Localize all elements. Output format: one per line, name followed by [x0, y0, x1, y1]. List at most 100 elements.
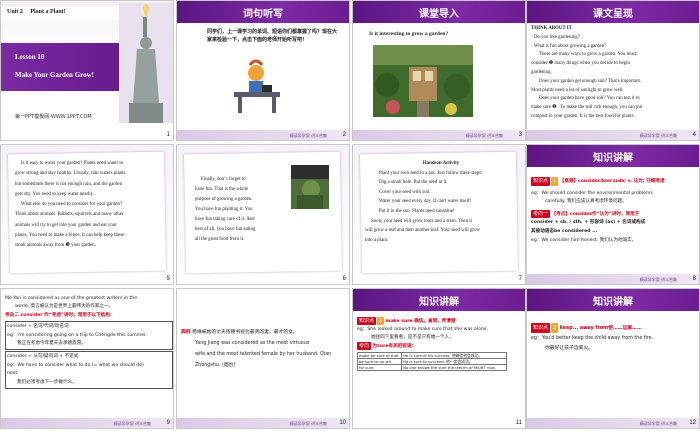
passage-line: plants. You need to make a fence. It can…: [15, 233, 125, 239]
teacher-at-desk-image[interactable]: [232, 59, 282, 114]
note-text: 考向二 consider 作“考虑”讲时，常用于以下结构：: [5, 312, 115, 318]
knowledge-point: 知识点 3 keep... away from使……远离…… eg：You'd b…: [531, 323, 699, 354]
slide-thumbnail-12[interactable]: 知识讲解 知识点 3 keep... away from使……远离…… eg：Yo…: [526, 288, 700, 429]
example-translation: 她往四下里看看，是不是只有她一个人。: [371, 335, 454, 340]
passage-line: all the great food from it.: [195, 237, 245, 242]
slide-number: 7: [518, 276, 522, 282]
dictation-instructions: 同学们，上一课学习的单词、短语你们都掌握了吗？现在大家来检验一下，点击下面的老师…: [207, 29, 338, 43]
slide-thumbnail-6[interactable]: Finally, don' t forget to have fun. That…: [176, 144, 350, 285]
example-translation: 我们必须考虑下一步做什么。: [17, 379, 77, 385]
point-tag: 知识点: [531, 177, 551, 186]
example-translation: carefully. 我们应该认真考虑环境问题。: [545, 199, 627, 205]
point-number: 3: [551, 323, 559, 333]
note-tag: 考向一: [531, 209, 551, 219]
passage-line: gets dry. You need to keep water nearby.: [15, 191, 94, 197]
passage-line: Think about animals. Rabbits, squirrels …: [15, 212, 124, 218]
slide-number: 3: [518, 132, 522, 138]
exercise-line: Zhongshu. (烟台): [195, 363, 236, 368]
slide-thumbnail-10[interactable]: 典例 杨绛被她的丈夫钱锺书视为最贤的妻，最才的女。 Yang Jiang was…: [176, 288, 350, 429]
point-tag: 知识点: [357, 317, 377, 325]
footer-caption: 精读导学案 讲义合集: [639, 421, 677, 426]
slide-title: 课文呈现: [593, 9, 633, 20]
reading-passage: THINK ABOUT IT · Do you like gardening? …: [531, 25, 697, 122]
passage-line: have fun taking care of it. And: [195, 217, 255, 222]
passage-line: animals will try to get into your garden…: [15, 222, 117, 228]
passage-line: small animals away from ❸ your garden.: [15, 243, 96, 249]
slide-thumbnail-7[interactable]: Handson Activity Plant your own seed in …: [352, 144, 526, 285]
slide-thumbnail-2[interactable]: 词句听写 同学们，上一课学习的单词、短语你们都掌握了吗？现在大家来检验一下，点击…: [176, 0, 350, 141]
point-definition: keep... away from使……远离……: [559, 326, 642, 331]
slide-thumbnail-11[interactable]: 知识讲解 知识点 2 make sure 确信，查明，弄清楚 eg：She loo…: [352, 288, 526, 429]
knowledge-point: 知识点 2 make sure 确信，查明，弄清楚 eg：She looked a…: [357, 317, 525, 371]
point-definition: make sure 确信，查明，弄清楚: [385, 319, 456, 324]
passage-line: Most plants need a lot of sunlight to gr…: [531, 87, 624, 93]
passage-heading: THINK ABOUT IT: [531, 26, 572, 31]
footer-caption: 精读导学案 讲义合集: [639, 277, 677, 282]
slide-thumbnail-9[interactable]: Mo Yan is considered as one of the great…: [0, 288, 174, 429]
footer-caption: 精读导学案 讲义合集: [465, 133, 503, 138]
exercise-answer: Yang Jiang was considered as the most vi…: [195, 341, 310, 346]
activity-line: Soon, your seed will grow roots and a st…: [371, 218, 472, 224]
passage-line: What else do you need to consider for yo…: [21, 202, 123, 208]
activity-line: Plant your own seed in a pot. Just follo…: [379, 170, 483, 176]
note-tag: 考向: [357, 342, 372, 350]
statue-of-liberty-image: [119, 3, 173, 123]
slide-number: 6: [342, 276, 346, 282]
example-label: 典例: [181, 330, 191, 335]
activity-line: will grow a leaf and then another leaf. …: [365, 228, 481, 234]
example-sentence: eg：You'd better keep the child away from…: [531, 336, 654, 341]
garden-photo[interactable]: [291, 165, 329, 209]
footer-caption: 精读导学案 讲义合集: [113, 421, 151, 426]
garden-photo[interactable]: [373, 45, 473, 117]
activity-line: into a plant.: [365, 237, 389, 243]
passage-line: purpose of growing a garden.: [195, 197, 253, 202]
slide-thumbnail-4[interactable]: 课文呈现 THINK ABOUT IT · Do you like garden…: [526, 0, 700, 141]
slide-number: 10: [339, 420, 346, 426]
table-cell: make be sure of that: [357, 352, 402, 359]
knowledge-point: 知识点 1 【高频】consider/kən'sɪdə/ v. 认为; 仔细考虑 …: [531, 177, 699, 245]
passage-line: There are many ways to grow a garden. Yo…: [539, 52, 637, 58]
footer-caption: 精读导学案 讲义合集: [289, 133, 327, 138]
slide-number: 8: [692, 276, 696, 282]
slide-title: 知识讲解: [419, 297, 459, 308]
slide-title: 词句听写: [243, 9, 283, 20]
slide-sorter-grid: Unit 2 Plant a Plant! Lesson 10 Make You…: [0, 0, 700, 431]
passage-line: · What is fun about growing a garden?: [531, 43, 607, 49]
point-definition: 【高频】consider/kən'sɪdə/ v. 认为; 仔细考虑: [559, 179, 665, 184]
example-translation: world. 莫言被认为是世界上最伟大的作家之一。: [15, 304, 114, 310]
activity-line: Cover your seed with soil.: [379, 189, 431, 195]
reading-passage: Is it easy to water your garden? Plants …: [15, 159, 165, 252]
passage-line: Is it easy to water your garden? Plants …: [21, 161, 124, 166]
slide-thumbnail-1[interactable]: Unit 2 Plant a Plant! Lesson 10 Make You…: [0, 0, 174, 141]
activity-heading: Handson Activity: [422, 161, 460, 166]
slide-thumbnail-3[interactable]: 课堂导入 Is it interesting to grow a garden?…: [352, 0, 526, 141]
activity-instructions: Handson Activity Plant your own seed in …: [365, 159, 517, 245]
example-sentence: Mo Yan is considered as one of the great…: [5, 296, 138, 301]
note-text: 【考点】consider作“认为”讲时，常用于: [551, 211, 640, 217]
passage-line: Does your garden get enough sun? That's …: [539, 78, 642, 84]
knowledge-point: Mo Yan is considered as one of the great…: [5, 295, 173, 390]
table-cell: No one knows the sure the reform of MS/B…: [401, 364, 507, 371]
slide-number: 12: [689, 420, 696, 426]
slide-number: 5: [166, 276, 170, 282]
lesson-label: Lesson 10: [15, 53, 45, 61]
phrase-table: make be sure of that He is sure of his s…: [357, 352, 507, 371]
passage-line: grow strong and stay healthy. Usually, r…: [15, 171, 127, 177]
slide-number: 11: [515, 420, 522, 426]
slide-thumbnail-8[interactable]: 知识讲解 知识点 1 【高频】consider/kən'sɪdə/ v. 认为; …: [526, 144, 700, 285]
slide-thumbnail-5[interactable]: Is it easy to water your garden? Plants …: [0, 144, 174, 285]
exercise-prompt: 杨绛被她的丈夫钱锺书视为最贤的妻，最才的女。: [192, 330, 298, 335]
slide-number: 9: [166, 420, 170, 426]
watermark-footer: 第一PPT模板网-WWW.1PPT.COM: [15, 114, 92, 120]
passage-line: best of all, you have fun eating: [195, 227, 256, 232]
reading-passage: Finally, don' t forget to have fun. That…: [195, 175, 285, 245]
example-sentence: eg：I'm considering going on a trip to Ch…: [7, 332, 147, 338]
exercise-block: 典例 杨绛被她的丈夫钱锺书视为最贤的妻，最才的女。 Yang Jiang was…: [181, 327, 349, 371]
slide-title: 知识讲解: [593, 153, 633, 164]
point-number: 1: [551, 177, 559, 186]
example-sentence: eg：We consider him honest. 我们认为他诚实。: [531, 237, 637, 243]
structure-line: consider + 从句/疑问词 + 不定式: [7, 354, 79, 360]
example-sentence: eg：We should consider the environmental …: [531, 190, 653, 196]
example-translation: 我正在考虑今年夏天去承德旅游。: [17, 341, 86, 347]
passage-line: consider ❶ many things when you decide t…: [531, 61, 630, 67]
